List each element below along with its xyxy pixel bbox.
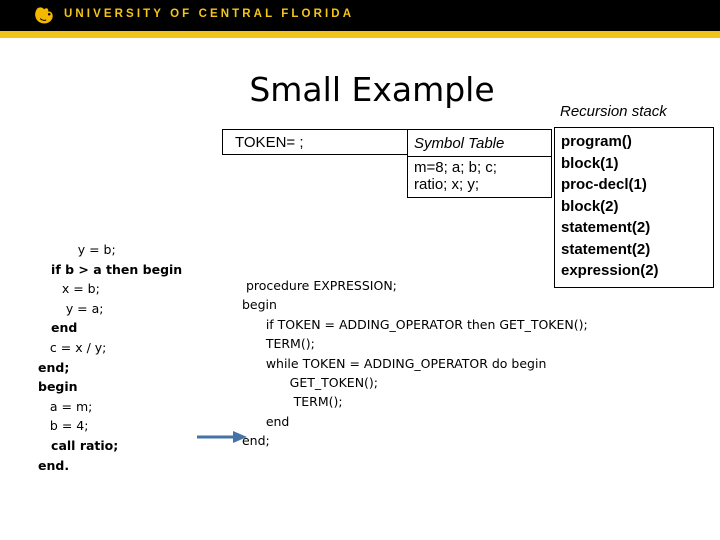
- symbol-table-header-row: Symbol Table: [408, 130, 551, 157]
- stack-frame: statement(2): [561, 240, 651, 258]
- right-arrow-icon: [197, 429, 251, 445]
- symbol-table-entries: m=8; a; b; c; ratio; x; y;: [408, 157, 551, 197]
- code-line: end;: [238, 433, 270, 449]
- code-line: begin: [238, 297, 277, 313]
- symbol-table: Symbol Table m=8; a; b; c; ratio; x; y;: [407, 129, 552, 198]
- code-line: procedure EXPRESSION;: [238, 278, 397, 293]
- stack-frame: program(): [561, 133, 632, 150]
- code-line: b = 4;: [38, 418, 89, 434]
- source-code-procedure: procedure EXPRESSION; begin if TOKEN = A…: [238, 276, 658, 451]
- code-line: a = m;: [38, 398, 93, 414]
- page-title: Small Example: [249, 70, 495, 109]
- code-line: end: [38, 320, 78, 336]
- token-box: TOKEN= ;: [222, 129, 408, 155]
- token-value: TOKEN= ;: [235, 133, 304, 151]
- code-line: end;: [38, 359, 70, 375]
- stack-frame: proc-decl(1): [561, 176, 647, 193]
- symbol-table-body-row: m=8; a; b; c; ratio; x; y;: [408, 157, 551, 197]
- symbol-table-line: m=8; a; b; c;: [414, 159, 497, 176]
- stack-frame: statement(2): [561, 219, 651, 236]
- code-line: GET_TOKEN();: [238, 375, 379, 391]
- pegasus-icon: [33, 6, 55, 26]
- stack-frame: block(2): [561, 197, 619, 215]
- source-code-left: y = b; if b > a then begin x = b; y = a;…: [38, 240, 218, 475]
- code-line: call ratio;: [38, 437, 119, 453]
- code-line: TERM();: [238, 336, 315, 352]
- code-line: end.: [38, 457, 70, 473]
- code-line: y = a;: [38, 300, 104, 316]
- code-line: begin: [38, 379, 78, 395]
- code-line: if TOKEN = ADDING_OPERATOR then GET_TOKE…: [238, 316, 588, 332]
- recursion-stack-box: program() block(1) proc-decl(1) block(2)…: [554, 127, 714, 288]
- code-line: while TOKEN = ADDING_OPERATOR do begin: [238, 355, 547, 371]
- code-line: y = b;: [38, 242, 116, 257]
- code-line: end: [238, 413, 290, 429]
- code-line: x = b;: [38, 281, 100, 297]
- symbol-table-line: ratio; x; y;: [414, 176, 480, 193]
- ucf-wordmark: UNIVERSITY OF CENTRAL FLORIDA: [64, 8, 355, 20]
- stack-frame: block(1): [561, 154, 619, 172]
- code-line: c = x / y;: [38, 339, 107, 355]
- code-line: if b > a then begin: [38, 261, 183, 277]
- symbol-table-title: Symbol Table: [414, 134, 505, 152]
- recursion-stack-label: Recursion stack: [560, 103, 667, 120]
- header-gold-rule: [0, 31, 720, 38]
- code-line: TERM();: [238, 394, 343, 410]
